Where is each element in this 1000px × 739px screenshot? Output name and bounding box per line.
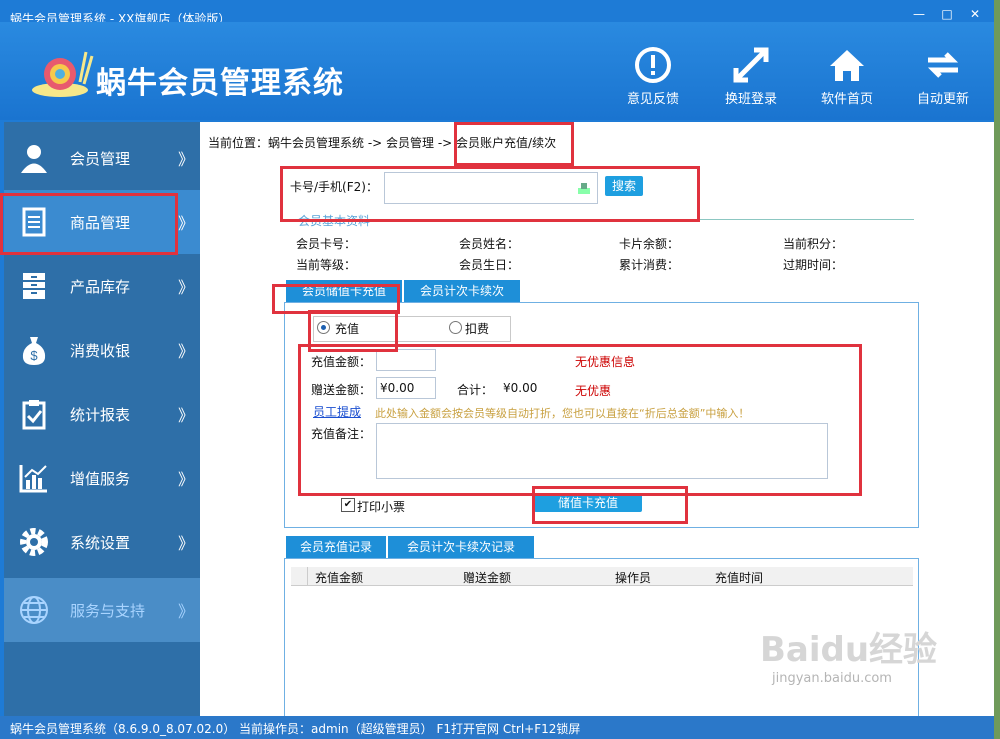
tab-count-records[interactable]: 会员计次卡续次记录 <box>388 536 534 558</box>
balance-label: 卡片余额： <box>619 237 680 251</box>
sidebar-item-label: 增值服务 <box>70 470 131 488</box>
app-title: 蜗牛会员管理系统 <box>96 66 344 101</box>
chevron-right-icon: 》 <box>178 406 195 425</box>
watermark-url: jingyan.baidu.com <box>772 671 892 686</box>
sidebar-item-support[interactable]: 服务与支持 》 <box>4 578 200 642</box>
app-window: 蜗牛会员管理系统 - XX旗舰店（体验版） — □ ✕ 蜗牛会员管理系统 意见反… <box>0 0 994 739</box>
deduct-radio[interactable] <box>449 321 462 334</box>
highlight-box <box>0 193 178 255</box>
sidebar-item-label: 统计报表 <box>70 406 131 424</box>
refresh-arrows-icon <box>927 52 959 78</box>
chevron-right-icon: 》 <box>178 150 195 169</box>
col-recharge-amount: 充值金额 <box>315 571 364 585</box>
level-label: 当前等级： <box>296 258 357 272</box>
row-selector-header <box>291 567 308 585</box>
feedback-button[interactable]: 意见反馈 <box>618 46 688 107</box>
watermark: Baidu经验 jingyan.baidu.com <box>760 622 937 686</box>
home-icon <box>830 50 864 81</box>
sidebar-item-member[interactable]: 会员管理 》 <box>4 126 200 190</box>
switch-shift-label: 换班登录 <box>724 92 777 107</box>
user-icon <box>21 145 47 173</box>
chevron-right-icon: 》 <box>178 342 195 361</box>
clipboard-check-icon <box>22 400 46 430</box>
expand-arrows-icon <box>733 47 769 83</box>
sidebar-item-cashier[interactable]: $ 消费收银 》 <box>4 318 200 382</box>
watermark-brand: Baidu经验 <box>760 630 938 670</box>
tab-count-card[interactable]: 会员计次卡续次 <box>404 280 520 302</box>
highlight-box <box>532 486 688 524</box>
col-bonus-amount: 赠送金额 <box>463 571 512 585</box>
highlight-box <box>454 122 574 166</box>
sidebar-item-value-added[interactable]: 增值服务 》 <box>4 446 200 510</box>
minimize-button[interactable]: — <box>908 6 930 22</box>
print-receipt-label: 打印小票 <box>357 500 406 514</box>
sidebar-item-reports[interactable]: 统计报表 》 <box>4 382 200 446</box>
sidebar-item-inventory[interactable]: 产品库存 》 <box>4 254 200 318</box>
records-table-header: 充值金额 赠送金额 操作员 充值时间 <box>291 567 913 586</box>
total-spend-label: 累计消费： <box>619 258 680 272</box>
highlight-box <box>298 344 862 496</box>
highlight-box <box>280 166 700 222</box>
chevron-right-icon: 》 <box>178 278 195 297</box>
chevron-right-icon: 》 <box>178 214 195 233</box>
deduct-radio-label: 扣费 <box>465 322 490 336</box>
home-label: 软件首页 <box>820 92 873 107</box>
maximize-button[interactable]: □ <box>936 6 958 22</box>
tab-recharge-records[interactable]: 会员充值记录 <box>286 536 386 558</box>
auto-update-label: 自动更新 <box>916 92 969 107</box>
sidebar-item-label: 消费收银 <box>70 342 131 360</box>
status-text: 蜗牛会员管理系统（8.6.9.0_8.07.02.0） 当前操作员：admin（… <box>10 722 581 736</box>
sidebar-item-settings[interactable]: 系统设置 》 <box>4 510 200 574</box>
points-label: 当前积分： <box>783 237 844 251</box>
status-bar: 蜗牛会员管理系统（8.6.9.0_8.07.02.0） 当前操作员：admin（… <box>0 716 994 739</box>
chevron-right-icon: 》 <box>178 602 195 621</box>
close-button[interactable]: ✕ <box>964 6 986 22</box>
col-operator: 操作员 <box>615 571 652 585</box>
gear-icon <box>20 528 48 556</box>
breadcrumb-path: 当前位置：蜗牛会员管理系统 -> 会员管理 -> <box>208 136 453 150</box>
col-recharge-time: 充值时间 <box>715 571 764 585</box>
sidebar-item-label: 产品库存 <box>70 278 131 296</box>
cabinet-icon <box>23 273 45 299</box>
exclamation-circle-icon <box>635 47 671 83</box>
expire-label: 过期时间： <box>783 258 844 272</box>
feedback-label: 意见反馈 <box>626 92 679 107</box>
globe-icon <box>20 596 48 624</box>
sidebar-item-label: 系统设置 <box>70 534 131 552</box>
print-receipt-checkbox[interactable]: ✔ <box>341 498 355 512</box>
svg-text:$: $ <box>30 348 38 363</box>
home-button[interactable]: 软件首页 <box>812 46 882 107</box>
sidebar-item-label: 会员管理 <box>70 150 131 168</box>
switch-shift-button[interactable]: 换班登录 <box>716 46 786 107</box>
header: 蜗牛会员管理系统 意见反馈 换班登录 软件首页 自动更新 <box>0 22 994 120</box>
card-no-label: 会员卡号： <box>296 237 357 251</box>
bar-chart-icon <box>19 465 47 493</box>
sidebar-item-label: 服务与支持 <box>70 602 146 620</box>
member-name-label: 会员姓名： <box>459 237 520 251</box>
money-bag-icon: $ <box>22 337 46 365</box>
auto-update-button[interactable]: 自动更新 <box>908 46 978 107</box>
birthday-label: 会员生日： <box>459 258 520 272</box>
chevron-right-icon: 》 <box>178 534 195 553</box>
chevron-right-icon: 》 <box>178 470 195 489</box>
snail-logo-icon <box>32 51 94 97</box>
